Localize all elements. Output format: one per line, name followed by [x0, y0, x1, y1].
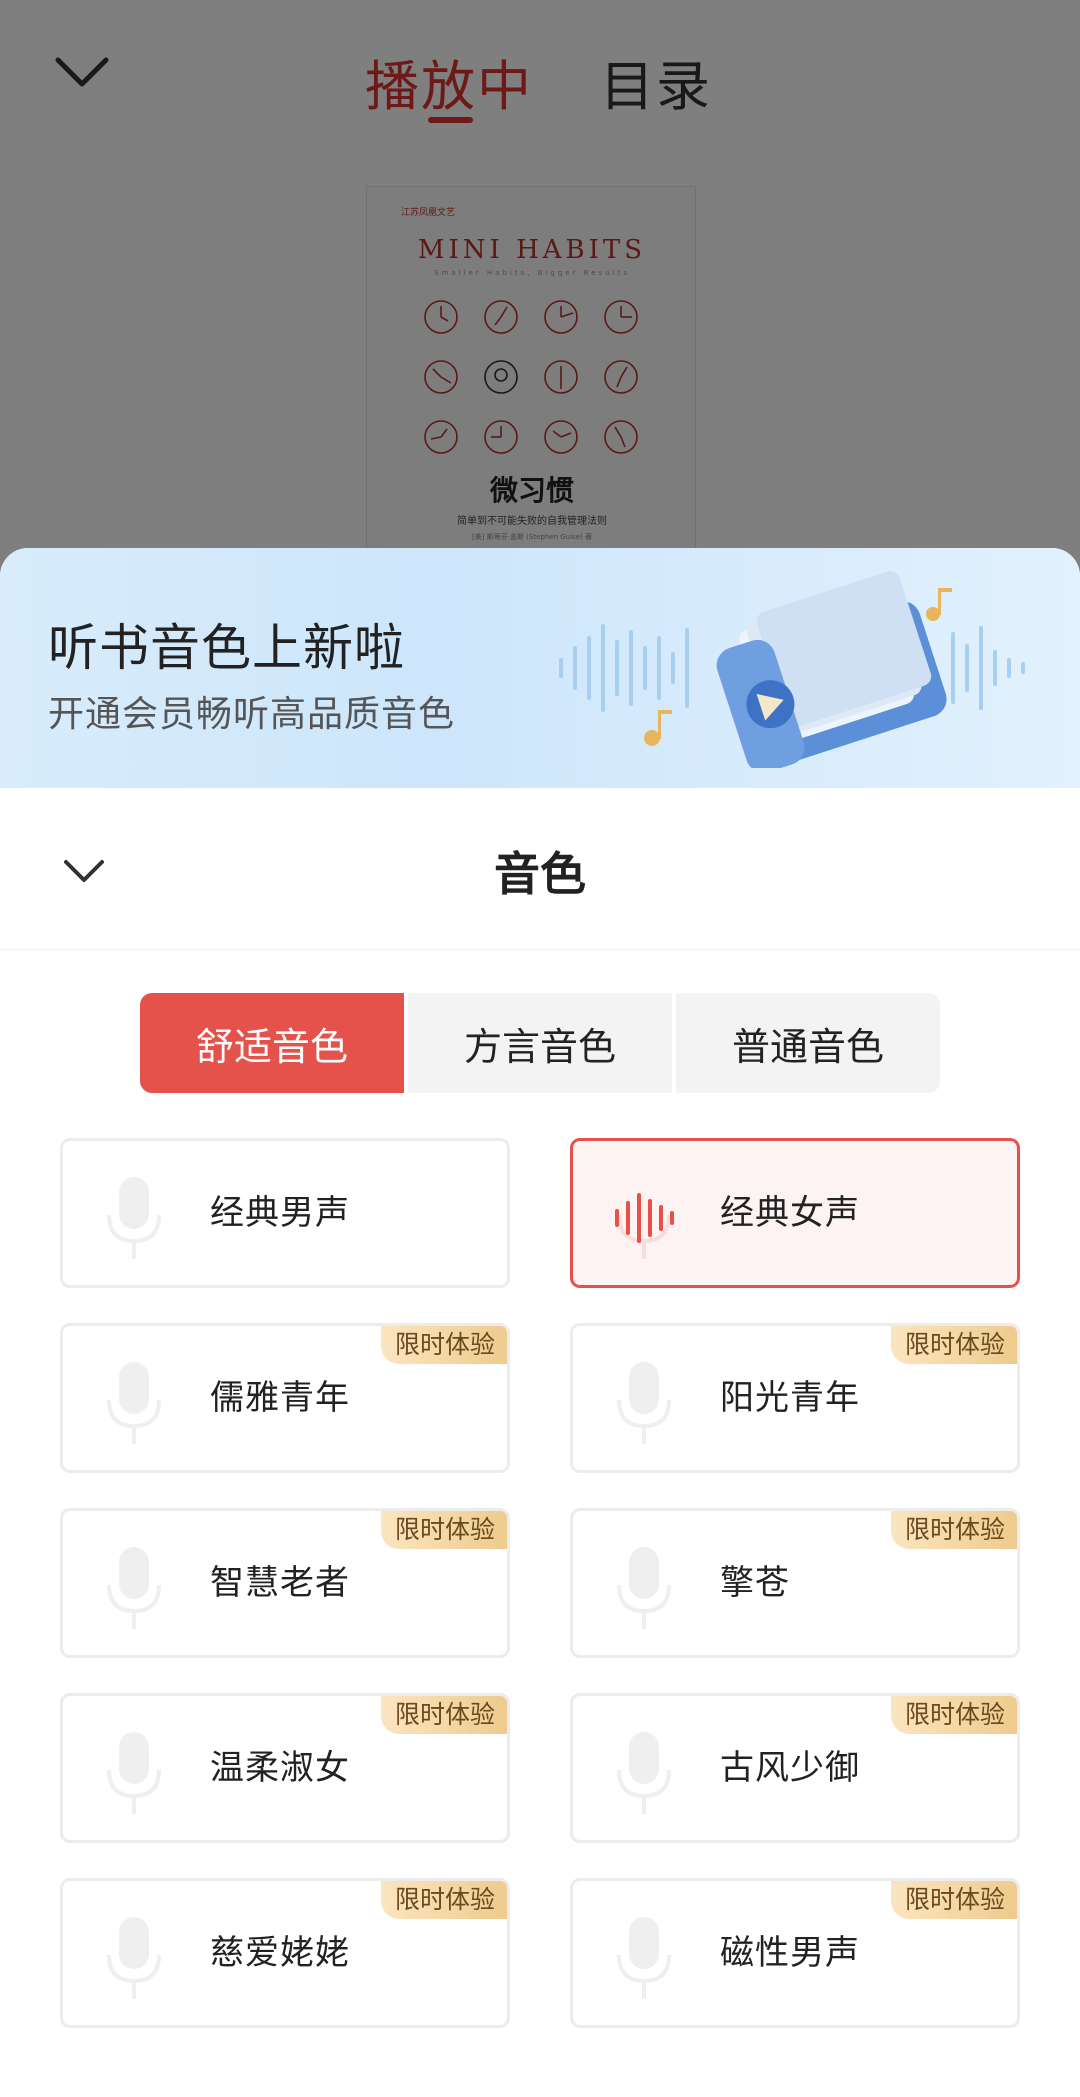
microphone-icon	[107, 1547, 161, 1629]
voice-card[interactable]: 慈爱姥姥 限时体验	[60, 1878, 510, 2028]
voice-card[interactable]: 擎苍 限时体验	[570, 1508, 1020, 1658]
sheet-title: 音色	[494, 847, 586, 901]
voice-card[interactable]: 智慧老者 限时体验	[60, 1508, 510, 1658]
voice-card-label: 古风少御	[720, 1748, 860, 1788]
voice-card-label: 磁性男声	[720, 1933, 860, 1973]
voice-card-label: 阳光青年	[720, 1378, 860, 1418]
voice-card-label: 智慧老者	[210, 1563, 350, 1603]
tab-comfort-voice[interactable]: 舒适音色	[140, 993, 404, 1093]
promo-title: 听书音色上新啦	[48, 619, 405, 677]
voice-card-label: 慈爱姥姥	[210, 1933, 350, 1973]
microphone-icon	[107, 1917, 161, 1999]
voice-card-selected[interactable]: 经典女声	[570, 1138, 1020, 1288]
voice-card-label: 儒雅青年	[210, 1378, 350, 1418]
voice-card[interactable]: 温柔淑女 限时体验	[60, 1693, 510, 1843]
microphone-icon	[617, 1917, 671, 1999]
limited-trial-badge: 限时体验	[890, 1511, 1017, 1549]
microphone-icon	[617, 1732, 671, 1814]
promo-subtitle: 开通会员畅听高品质音色	[48, 694, 456, 735]
microphone-icon	[107, 1177, 161, 1259]
microphone-icon	[107, 1362, 161, 1444]
tab-normal-voice[interactable]: 普通音色	[672, 993, 940, 1093]
microphone-icon	[617, 1362, 671, 1444]
voice-card-label: 经典男声	[210, 1193, 350, 1233]
promo-banner[interactable]: 听书音色上新啦 开通会员畅听高品质音色	[0, 548, 1080, 788]
voice-card[interactable]: 阳光青年 限时体验	[570, 1323, 1020, 1473]
limited-trial-badge: 限时体验	[380, 1696, 507, 1734]
microphone-icon	[107, 1732, 161, 1814]
limited-trial-badge: 限时体验	[890, 1696, 1017, 1734]
limited-trial-badge: 限时体验	[380, 1881, 507, 1919]
voice-card-label: 经典女声	[720, 1193, 860, 1233]
voice-card[interactable]: 经典男声	[60, 1138, 510, 1288]
voice-card-label: 温柔淑女	[210, 1748, 350, 1788]
limited-trial-badge: 限时体验	[890, 1881, 1017, 1919]
limited-trial-badge: 限时体验	[380, 1326, 507, 1364]
voice-card-label: 擎苍	[720, 1563, 790, 1603]
sound-wave-icon	[615, 1193, 674, 1259]
voice-card[interactable]: 古风少御 限时体验	[570, 1693, 1020, 1843]
voice-category-tabs: 舒适音色 方言音色 普通音色	[140, 993, 940, 1093]
voice-card[interactable]: 儒雅青年 限时体验	[60, 1323, 510, 1473]
audiobook-illustration	[559, 571, 1025, 768]
limited-trial-badge: 限时体验	[380, 1511, 507, 1549]
sheet-header: 音色	[0, 788, 1080, 950]
voice-bottom-sheet: 听书音色上新啦 开通会员畅听高品质音色 音色 舒适音色 方言音色 普通音色 经典…	[0, 548, 1080, 2097]
tab-dialect-voice[interactable]: 方言音色	[404, 993, 672, 1093]
voice-card[interactable]: 磁性男声 限时体验	[570, 1878, 1020, 2028]
microphone-icon	[617, 1547, 671, 1629]
limited-trial-badge: 限时体验	[890, 1326, 1017, 1364]
